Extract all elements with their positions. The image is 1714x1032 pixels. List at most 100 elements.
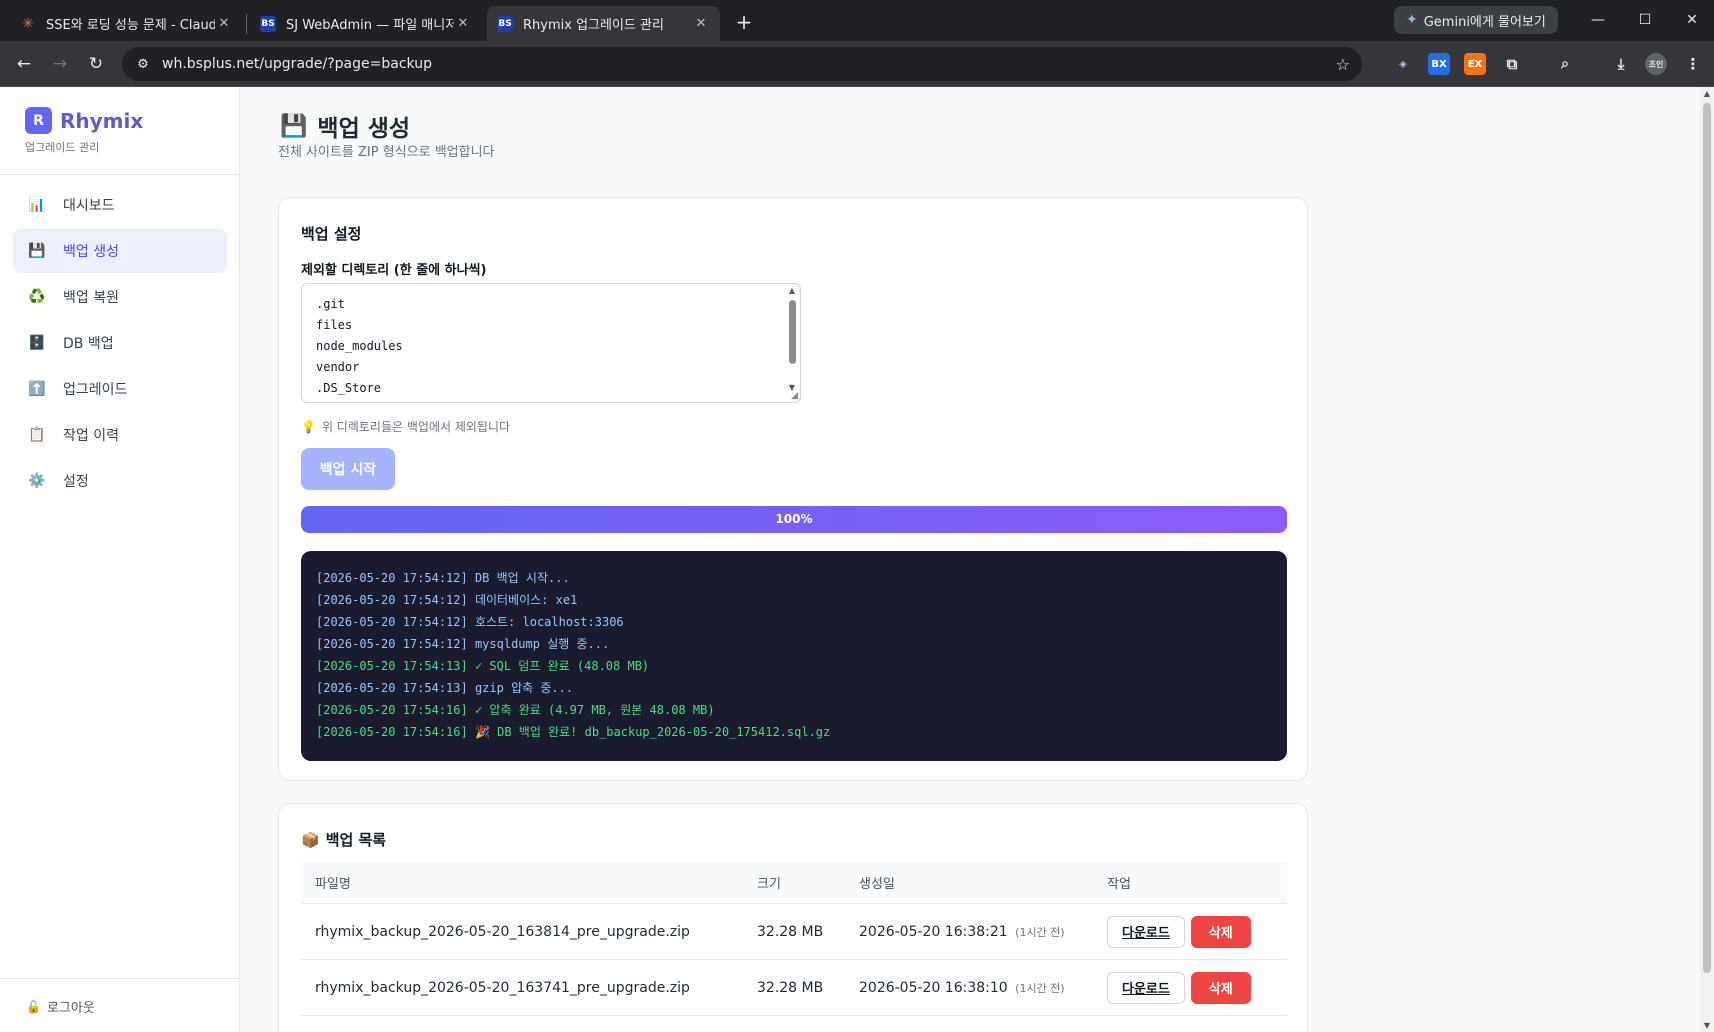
sidebar-item-backup-restore[interactable]: ♻️ 백업 복원 [13, 275, 227, 319]
chart-icon: 📊 [28, 197, 46, 213]
clipboard-icon: 📋 [28, 427, 46, 443]
main-content: 💾 백업 생성 전체 사이트를 ZIP 형식으로 백업합니다 백업 설정 제외할… [278, 87, 1308, 1032]
table-row: rhymix_backup_2026-05-20_163741_pre_upgr… [301, 960, 1287, 1016]
tab-webadmin[interactable]: BS SJ WebAdmin — 파일 매니저 ✕ [250, 6, 482, 41]
sidebar-item-settings[interactable]: ⚙️ 설정 [13, 459, 227, 503]
log-line: [2026-05-20 17:54:16] 🎉 DB 백업 완료! db_bac… [316, 725, 831, 739]
page-subtitle: 전체 사이트를 ZIP 형식으로 백업합니다 [278, 145, 495, 160]
forward-button[interactable]: → [46, 50, 74, 78]
row-actions: 다운로드 삭제 [1093, 971, 1287, 1004]
file-name: rhymix_backup_2026-05-20_163814_pre_upgr… [315, 923, 690, 940]
resize-grip-icon[interactable]: ◢ [791, 391, 798, 401]
download-icon[interactable]: ⤓ [1610, 53, 1632, 75]
progress-bar: 100% [301, 506, 1287, 533]
tab-title: Rhymix 업그레이드 관리 [523, 18, 664, 33]
page-viewport: R Rhymix 업그레이드 관리 📊 대시보드 💾 백업 생성 ♻️ 백업 복… [0, 87, 1700, 1032]
tab-title: SJ WebAdmin — 파일 매니저 [286, 18, 454, 33]
recycle-icon: ♻️ [28, 289, 46, 305]
logout-link[interactable]: 🔓 로그아웃 [26, 997, 95, 1017]
back-button[interactable]: ← [10, 50, 38, 78]
sidebar-item-dashboard[interactable]: 📊 대시보드 [13, 183, 227, 227]
column-header: 작업 [1107, 877, 1131, 892]
relative-time: (1시간 전) [1015, 925, 1065, 939]
ex-icon[interactable]: EX [1464, 53, 1486, 75]
gemini-button[interactable]: ✦ Gemini에게 물어보기 [1394, 6, 1558, 34]
site-info-icon[interactable]: ⚙ [132, 57, 154, 72]
page-scrollbar[interactable]: ▲ ▼ [1700, 87, 1714, 1032]
start-backup-button[interactable]: 백업 시작 [301, 448, 395, 490]
backup-settings-card: 백업 설정 제외할 디렉토리 (한 줄에 하나씩) .git files nod… [278, 197, 1308, 781]
minimize-button[interactable]: — [1578, 6, 1618, 34]
sidebar-menu: 📊 대시보드 💾 백업 생성 ♻️ 백업 복원 🗄️ DB 백업 ⬆️ 업그레이… [13, 183, 227, 505]
brand[interactable]: R Rhymix [25, 107, 143, 134]
file-size: 32.28 MB [757, 979, 824, 996]
brand-subtitle: 업그레이드 관리 [25, 141, 100, 154]
shield-icon[interactable]: ◈ [1392, 53, 1414, 75]
file-size: 32.28 MB [757, 923, 824, 940]
textarea-scrollbar[interactable]: ▲ ▼ [786, 286, 798, 400]
textarea-line: .DS_Store [316, 381, 382, 395]
scroll-up-arrow-icon[interactable]: ▲ [786, 286, 798, 295]
hint-label: 위 디렉토리들은 백업에서 제외됩니다 [321, 420, 511, 434]
log-line: [2026-05-20 17:54:16] ✓ 압축 완료 (4.97 MB, … [316, 703, 715, 717]
puzzle-icon[interactable]: ⧉ [1501, 53, 1523, 75]
url-text[interactable]: wh.bsplus.net/upgrade/?page=backup [162, 56, 432, 72]
log-console: [2026-05-20 17:54:12] DB 백업 시작... [2026-0… [301, 551, 1287, 761]
log-line: [2026-05-20 17:54:13] ✓ SQL 덤프 완료 (48.08… [316, 659, 650, 673]
hint-text: 💡 위 디렉토리들은 백업에서 제외됩니다 [301, 418, 510, 435]
unlock-icon: 🔓 [26, 999, 41, 1014]
new-tab-button[interactable]: + [730, 8, 758, 36]
menu-dots-icon[interactable]: ⋮ [1682, 53, 1704, 75]
close-icon[interactable]: ✕ [454, 15, 472, 33]
tab-strip: ✳ SSE와 로딩 성능 문제 - Claude ✕ BS SJ WebAdmi… [0, 0, 1714, 41]
sidebar-item-db-backup[interactable]: 🗄️ DB 백업 [13, 321, 227, 365]
scrollbar-thumb[interactable] [1703, 103, 1711, 973]
sidebar-item-backup-create[interactable]: 💾 백업 생성 [13, 229, 227, 273]
delete-button[interactable]: 삭제 [1190, 971, 1251, 1004]
download-button[interactable]: 다운로드 [1107, 971, 1185, 1004]
progress-label: 100% [775, 512, 813, 526]
address-bar[interactable]: ⚙ wh.bsplus.net/upgrade/?page=backup ☆ [122, 47, 1362, 81]
scroll-down-arrow-icon[interactable]: ▼ [1702, 1021, 1712, 1030]
bs-icon: BS [260, 15, 276, 32]
sidebar-item-history[interactable]: 📋 작업 이력 [13, 413, 227, 457]
bookmark-star-icon[interactable]: ☆ [1336, 55, 1350, 74]
floppy-icon: 💾 [28, 243, 46, 259]
close-icon[interactable]: ✕ [692, 15, 710, 33]
exclude-dirs-textarea[interactable]: .git files node_modules vendor .DS_Store… [301, 283, 801, 403]
sidebar-item-label: 업그레이드 [63, 382, 128, 398]
scroll-up-arrow-icon[interactable]: ▲ [1702, 89, 1712, 98]
tab-title: SSE와 로딩 성능 문제 - Claude [46, 18, 215, 33]
arrow-up-icon: ⬆️ [28, 381, 46, 397]
exclude-dirs-label: 제외할 디렉토리 (한 줄에 하나씩) [301, 263, 487, 278]
window-close-button[interactable]: ✕ [1672, 6, 1712, 34]
column-header: 생성일 [859, 877, 895, 892]
column-header: 크기 [757, 877, 781, 892]
bulb-icon: 💡 [301, 419, 316, 434]
file-name: rhymix_backup_2026-05-20_163741_pre_upgr… [315, 979, 690, 996]
package-icon: 📦 [301, 830, 320, 849]
profile-avatar[interactable]: 조인 [1645, 53, 1667, 75]
tab-claude[interactable]: ✳ SSE와 로딩 성능 문제 - Claude ✕ [10, 6, 243, 41]
maximize-button[interactable]: ☐ [1625, 6, 1665, 34]
tab-separator [246, 14, 247, 34]
textarea-line: files [316, 318, 353, 332]
reload-button[interactable]: ↻ [82, 50, 110, 78]
sidebar-item-label: 백업 복원 [63, 290, 119, 306]
tab-rhymix[interactable]: BS Rhymix 업그레이드 관리 ✕ [487, 6, 720, 41]
close-icon[interactable]: ✕ [215, 15, 233, 33]
created-date: 2026-05-20 16:38:21 (1시간 전) [845, 924, 1093, 940]
sidebar-item-label: 작업 이력 [63, 428, 119, 444]
scrollbar-thumb[interactable] [789, 300, 796, 364]
bx-icon[interactable]: BX [1428, 53, 1450, 75]
download-button[interactable]: 다운로드 [1107, 915, 1185, 948]
claude-icon: ✳ [22, 15, 34, 32]
row-actions: 다운로드 삭제 [1093, 915, 1287, 948]
delete-button[interactable]: 삭제 [1190, 915, 1251, 948]
divider [0, 174, 239, 175]
table-row: rhymix_backup_2026-05-20_163814_pre_upgr… [301, 904, 1287, 960]
sidebar-item-upgrade[interactable]: ⬆️ 업그레이드 [13, 367, 227, 411]
sidebar-item-label: DB 백업 [63, 336, 114, 352]
search-tab-icon[interactable]: ⌕ [1554, 53, 1576, 75]
textarea-line: vendor [316, 360, 360, 374]
